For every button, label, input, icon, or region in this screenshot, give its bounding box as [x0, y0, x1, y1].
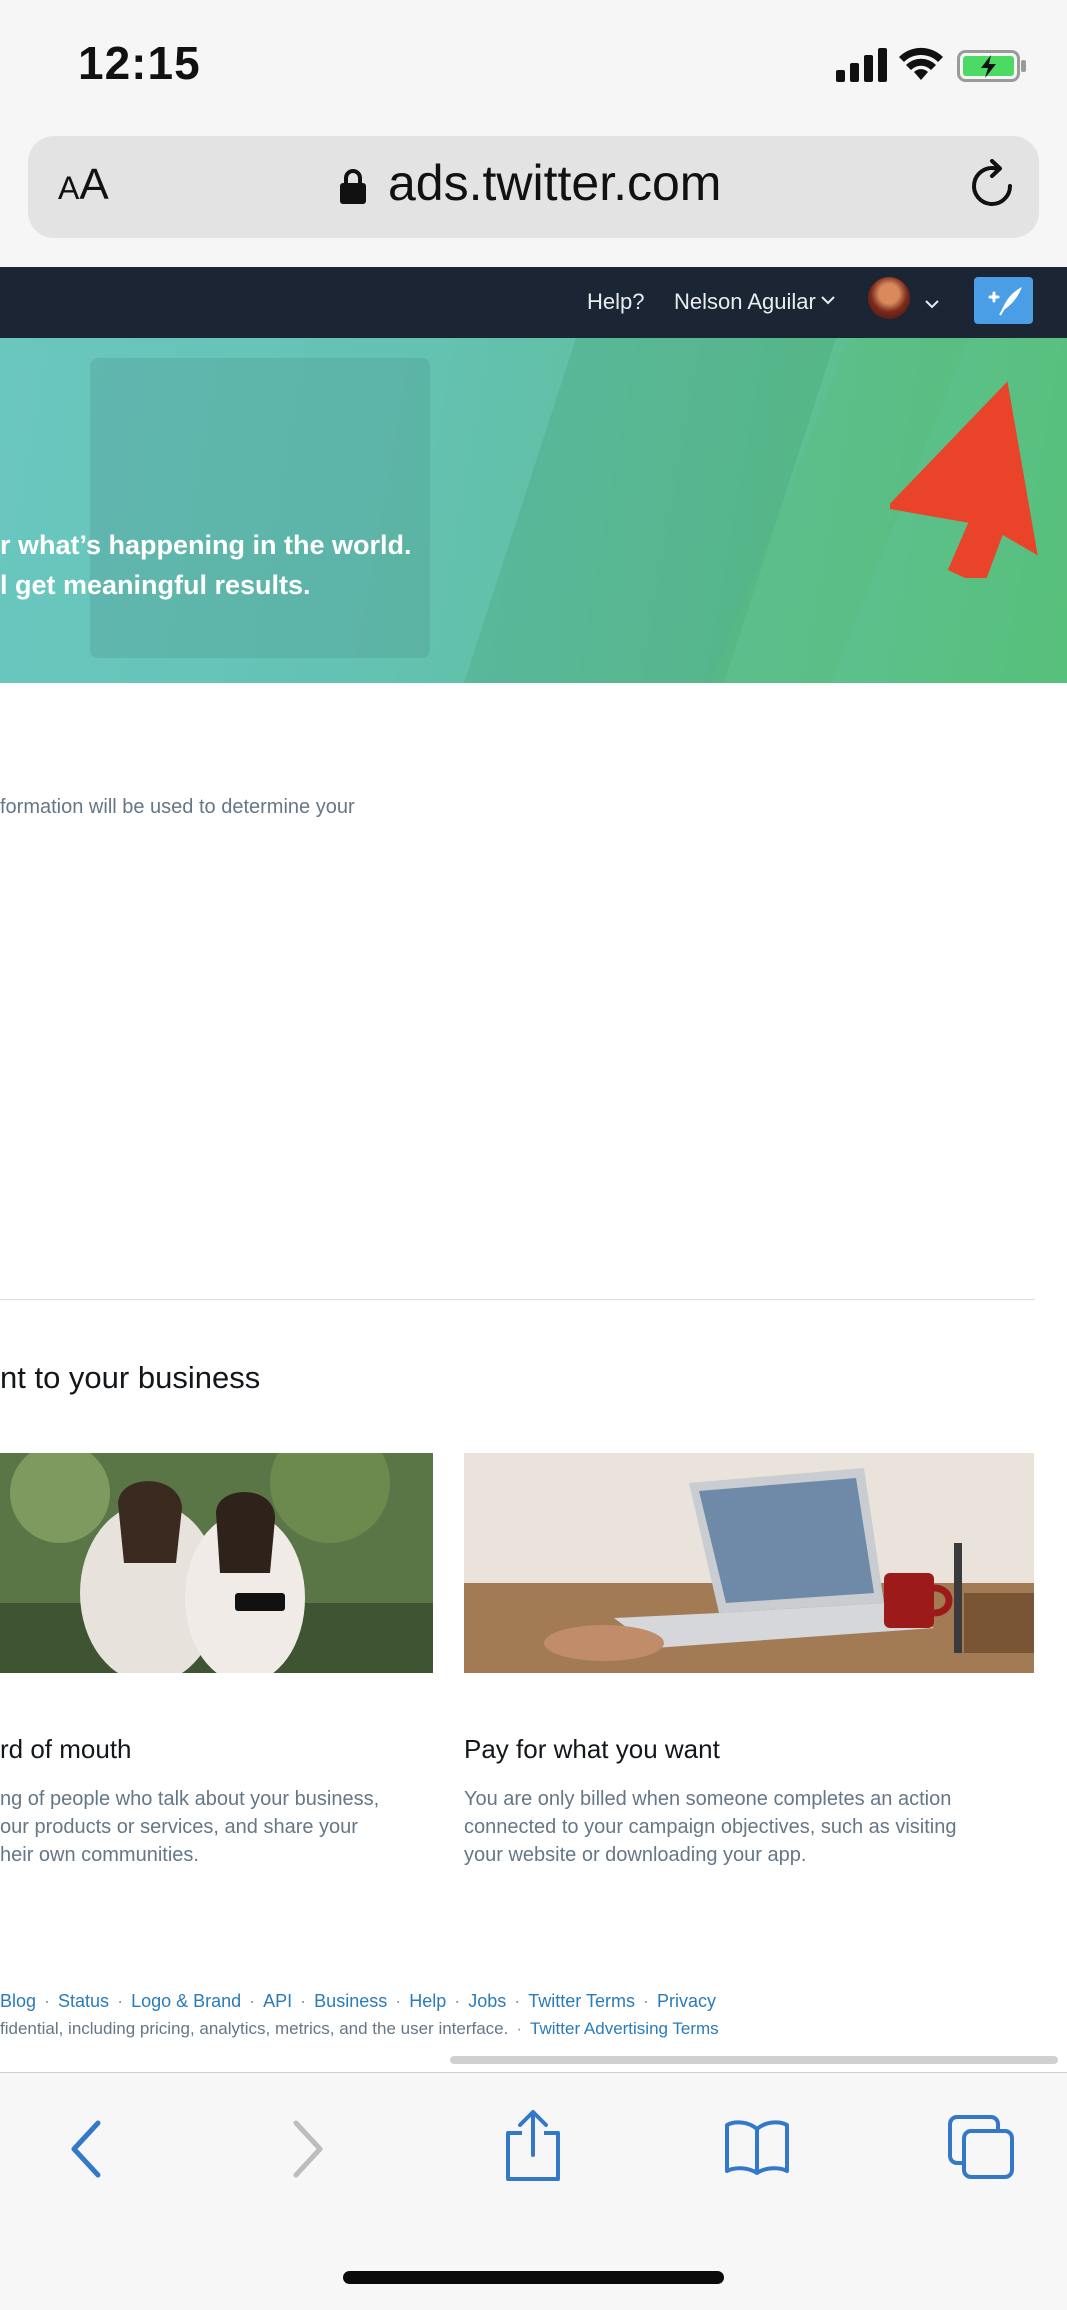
footer-link-jobs[interactable]: Jobs — [468, 1991, 506, 2011]
card-title: Pay for what you want — [464, 1734, 720, 1764]
url-text[interactable]: ads.twitter.com — [388, 154, 721, 212]
twitter-ads-nav: Help? Nelson Aguilar — [0, 267, 1067, 338]
footer-link-twitter-terms[interactable]: Twitter Terms — [528, 1991, 635, 2011]
share-icon[interactable] — [502, 2109, 564, 2183]
card-description-line: heir own communities. — [0, 1844, 199, 1866]
battery-charging-icon — [957, 50, 1026, 82]
compose-quill-icon — [988, 287, 1022, 316]
chevron-down-icon[interactable] — [924, 297, 940, 311]
footer-link-help[interactable]: Help — [409, 1991, 446, 2011]
user-menu[interactable]: Nelson Aguilar — [674, 289, 816, 315]
home-indicator[interactable] — [343, 2271, 724, 2284]
friends-photo-illustration — [0, 1453, 433, 1673]
hero-photo-overlay — [90, 358, 430, 658]
tabs-icon[interactable] — [946, 2113, 1016, 2181]
card-description-line: your website or downloading your app. — [464, 1844, 807, 1866]
card-description-line: ng of people who talk about your busines… — [0, 1788, 380, 1810]
card-image-friends — [0, 1453, 433, 1673]
lock-icon — [340, 169, 366, 204]
status-bar: 12:15 — [0, 0, 1067, 130]
arrow-up-icon — [890, 381, 1038, 578]
hero-headline: r what’s happening in the world. — [0, 530, 412, 560]
card-description: ng of people who talk about your busines… — [0, 1785, 379, 1869]
footer-link-api[interactable]: API — [263, 1991, 292, 2011]
section-title: nt to your business — [0, 1360, 261, 1395]
card-image-laptop — [464, 1453, 1034, 1673]
address-bar-container: AA ads.twitter.com — [0, 130, 1067, 267]
status-time: 12:15 — [78, 37, 201, 89]
cellular-signal-icon — [836, 48, 887, 82]
card-title: rd of mouth — [0, 1734, 132, 1764]
footer-legal: fidential, including pricing, analytics,… — [0, 2019, 719, 2038]
divider — [0, 1299, 1035, 1300]
text-size-button[interactable]: AA — [58, 160, 109, 210]
hero-banner: r what’s happening in the world. l get m… — [0, 338, 1067, 683]
footer-legal-text: fidential, including pricing, analytics,… — [0, 2019, 509, 2038]
footer-link-blog[interactable]: Blog — [0, 1991, 36, 2011]
reload-icon[interactable] — [966, 158, 1022, 214]
card-description-line: connected to your campaign objectives, s… — [464, 1816, 957, 1838]
address-bar[interactable]: AA ads.twitter.com — [28, 136, 1039, 238]
avatar[interactable] — [868, 277, 910, 319]
info-text: formation will be used to determine your — [0, 796, 355, 818]
laptop-photo-illustration — [464, 1453, 1034, 1673]
horizontal-scrollbar[interactable] — [450, 2056, 1058, 2064]
help-link[interactable]: Help? — [587, 289, 644, 315]
wifi-icon — [899, 47, 943, 80]
footer-link-advertising-terms[interactable]: Twitter Advertising Terms — [530, 2019, 719, 2038]
compose-tweet-button[interactable] — [974, 277, 1033, 324]
card-description-line: You are only billed when someone complet… — [464, 1788, 952, 1810]
bookmarks-icon[interactable] — [724, 2117, 790, 2177]
hero-subheadline: l get meaningful results. — [0, 570, 311, 600]
footer-link-privacy[interactable]: Privacy — [657, 1991, 716, 2011]
forward-icon[interactable] — [284, 2117, 330, 2181]
footer-link-logo-brand[interactable]: Logo & Brand — [131, 1991, 241, 2011]
card-description-line: our products or services, and share your — [0, 1816, 358, 1838]
footer-links: Blog · Status · Logo & Brand · API · Business · He… — [0, 1991, 716, 2011]
footer-link-business[interactable]: Business — [314, 1991, 387, 2011]
chevron-down-icon[interactable] — [820, 293, 836, 307]
footer-link-status[interactable]: Status — [58, 1991, 109, 2011]
back-icon[interactable] — [64, 2117, 110, 2181]
page: 12:15 AA ads.twitter.com Help? Nelson Ag… — [0, 0, 1067, 2310]
card-description: You are only billed when someone complet… — [464, 1785, 957, 1869]
